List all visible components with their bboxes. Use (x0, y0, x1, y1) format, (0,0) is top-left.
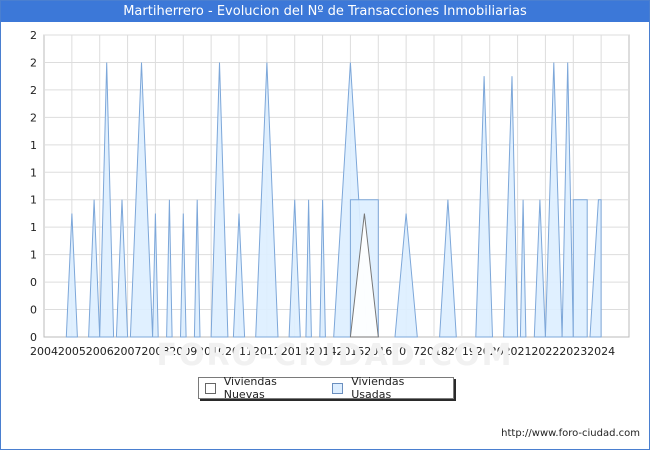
series-area-viviendas-usadas (572, 199, 588, 338)
y-tick-label: 1 (30, 139, 37, 152)
y-tick-label: 2 (30, 111, 37, 124)
x-tick-label: 2023 (559, 345, 587, 358)
legend-swatch-used (332, 382, 344, 394)
y-tick-label: 1 (30, 221, 37, 234)
legend-item-new: Viviendas Nuevas (205, 375, 318, 401)
y-tick-label: 1 (30, 166, 37, 179)
source-url: http://www.foro-ciudad.com (501, 428, 640, 439)
y-tick-label: 2 (30, 84, 37, 97)
legend-label-new: Viviendas Nuevas (223, 375, 277, 401)
legend-label-used: Viviendas Usadas (351, 375, 405, 401)
x-tick-label: 2007 (114, 345, 142, 358)
y-tick-label: 1 (30, 194, 37, 207)
x-tick-label: 2005 (58, 345, 86, 358)
y-tick-label: 1 (30, 249, 37, 262)
y-tick-label: 0 (30, 304, 37, 317)
x-tick-label: 2006 (86, 345, 114, 358)
y-tick-label: 2 (30, 56, 37, 69)
y-tick-label: 0 (30, 331, 37, 344)
x-tick-label: 2004 (30, 345, 58, 358)
legend-item-used: Viviendas Usadas (332, 375, 445, 401)
y-tick-label: 0 (30, 276, 37, 289)
y-tick-label: 2 (30, 29, 37, 42)
watermark: FORO-CIUDAD.COM (157, 338, 514, 373)
legend-swatch-new (205, 382, 216, 394)
x-tick-label: 2022 (531, 345, 559, 358)
legend: Viviendas Nuevas Viviendas Usadas (198, 375, 454, 401)
x-tick-label: 2024 (587, 345, 615, 358)
